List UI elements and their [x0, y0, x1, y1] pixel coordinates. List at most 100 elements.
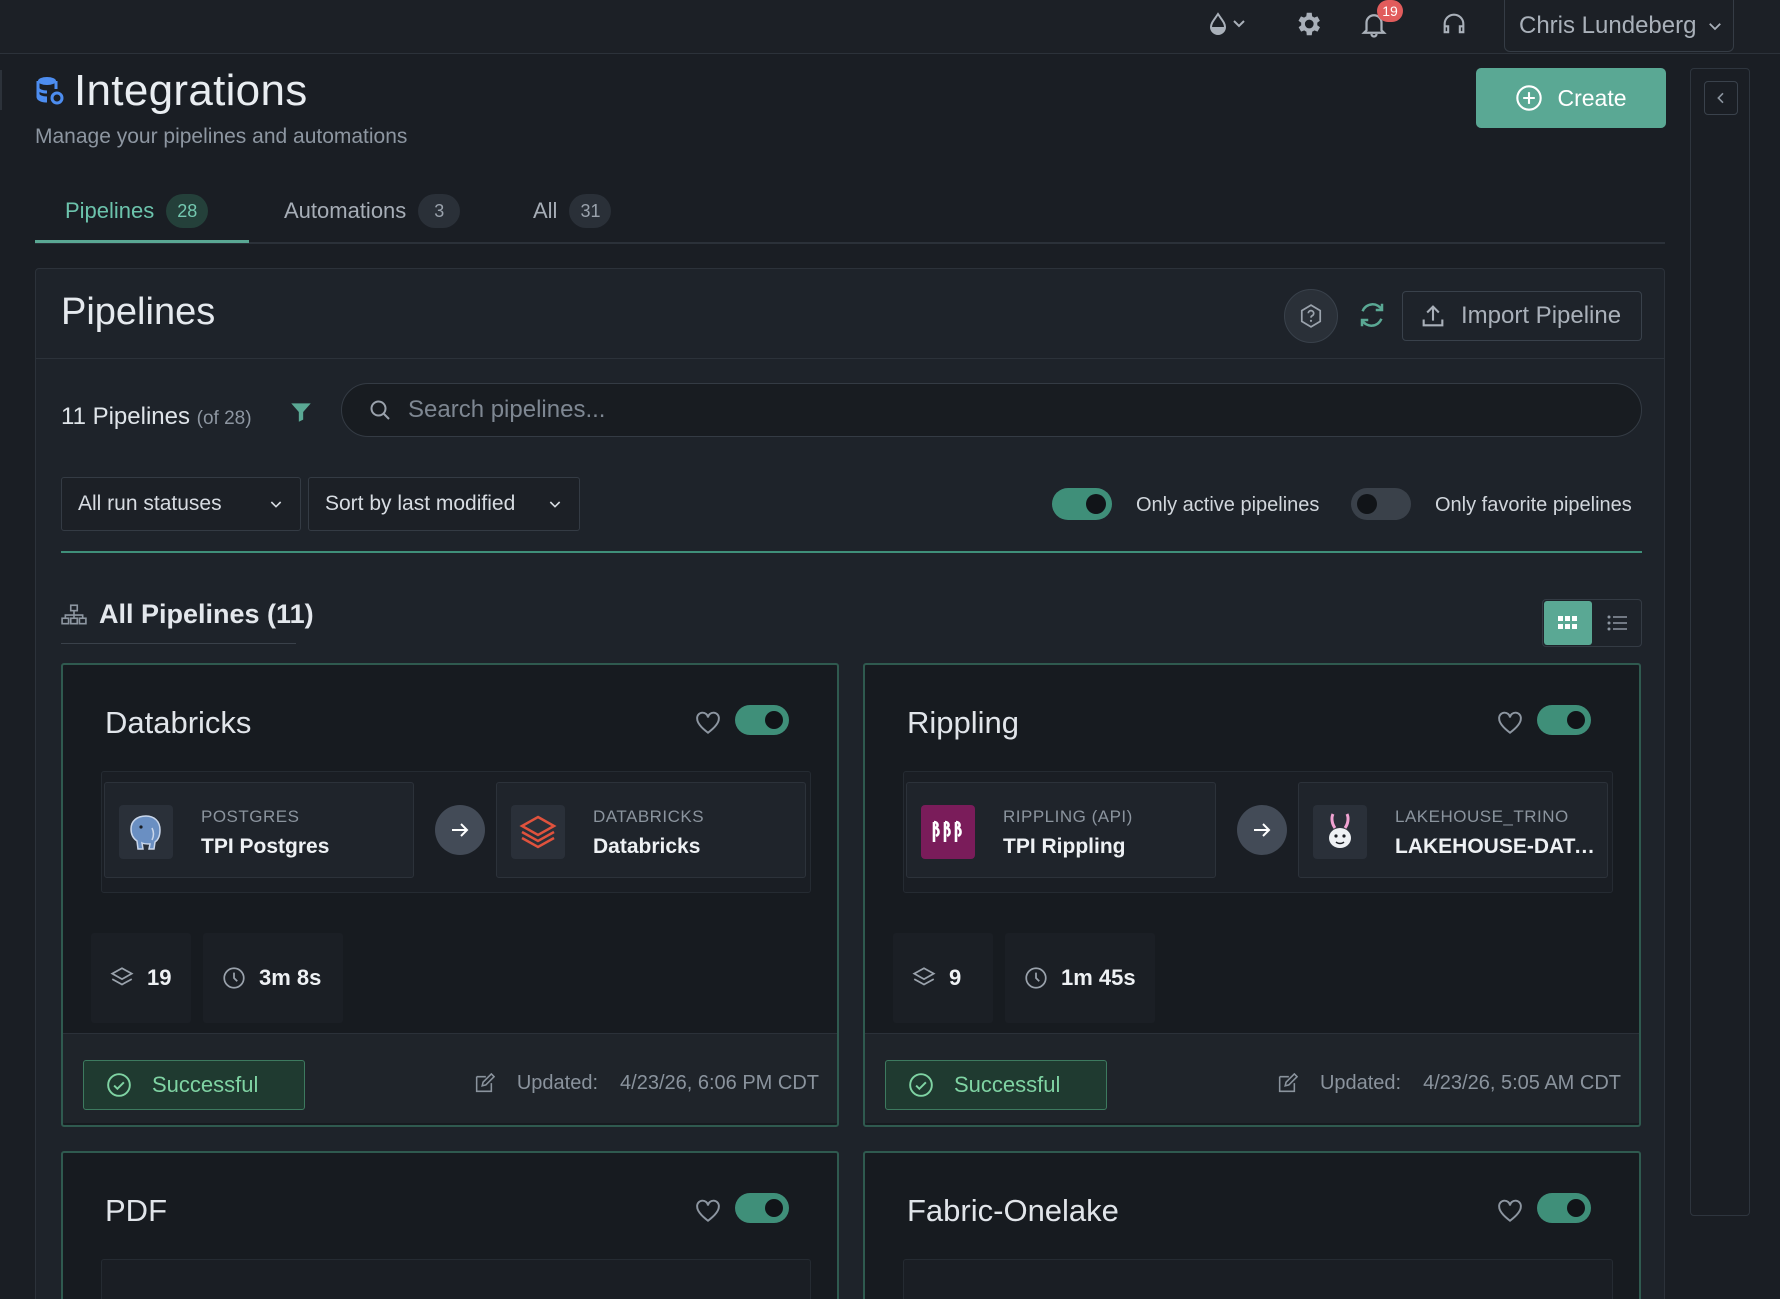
- pipeline-enabled-toggle[interactable]: [735, 705, 789, 735]
- right-side-panel: [1690, 68, 1750, 1216]
- updated-info: Updated: 4/23/26, 5:05 AM CDT: [1276, 1072, 1621, 1095]
- destination-name: LAKEHOUSE-DATA...: [1395, 835, 1595, 858]
- chevron-down-icon: [549, 501, 561, 508]
- grid-icon: [1558, 616, 1577, 629]
- create-button[interactable]: Create: [1476, 68, 1666, 128]
- destination-type: LAKEHOUSE_TRINO: [1395, 807, 1569, 826]
- filter-icon[interactable]: [288, 399, 314, 425]
- pipeline-flow: [101, 1259, 811, 1299]
- create-button-label: Create: [1557, 84, 1627, 111]
- layers-icon: [110, 967, 134, 986]
- arrow-right-icon: [1254, 823, 1271, 837]
- duration-value: 3m 8s: [259, 965, 322, 990]
- pipeline-enabled-toggle[interactable]: [1537, 705, 1591, 735]
- streams-stat: 19: [91, 933, 191, 1023]
- sort-select[interactable]: Sort by last modified: [308, 477, 580, 531]
- run-status-value: All run statuses: [78, 492, 222, 515]
- gear-icon: [1298, 12, 1320, 36]
- collapse-panel-button[interactable]: [1704, 81, 1738, 115]
- tab-label: Pipelines: [65, 198, 155, 223]
- duration-value: 1m 45s: [1061, 965, 1136, 990]
- tabs: Pipelines 28 Automations 3 All 31: [35, 180, 1665, 244]
- trino-logo: [1313, 805, 1367, 859]
- streams-count: 9: [949, 965, 962, 990]
- updated-info: Updated: 4/23/26, 6:06 PM CDT: [473, 1072, 819, 1095]
- arrow-right-icon: [452, 823, 469, 837]
- duration-stat: 1m 45s: [1005, 933, 1155, 1023]
- tab-count: 31: [569, 194, 612, 228]
- updated-label: Updated:: [516, 1072, 599, 1094]
- pipeline-card[interactable]: PDF: [61, 1151, 839, 1299]
- check-circle-icon: [909, 1073, 933, 1097]
- tab-all[interactable]: All 31: [533, 180, 612, 242]
- refresh-icon: [1360, 303, 1384, 327]
- page-title-group: Integrations: [36, 66, 308, 116]
- chevron-left-icon: [1717, 92, 1724, 104]
- grid-view-button[interactable]: [1544, 601, 1592, 645]
- headset-icon: [1443, 13, 1465, 34]
- clock-icon: [1025, 967, 1047, 989]
- source-name: TPI Postgres: [201, 835, 330, 858]
- run-status-select[interactable]: All run statuses: [61, 477, 301, 531]
- source-type: POSTGRES: [201, 807, 300, 826]
- settings-button[interactable]: [1288, 0, 1328, 48]
- only-favorite-toggle[interactable]: [1351, 488, 1411, 520]
- heart-icon[interactable]: [1497, 1199, 1523, 1223]
- user-menu[interactable]: Chris Lundeberg: [1504, 0, 1734, 52]
- only-active-toggle[interactable]: [1052, 488, 1112, 520]
- hierarchy-icon: [61, 603, 87, 624]
- refresh-button[interactable]: [1352, 295, 1392, 335]
- pipeline-card[interactable]: Rippling RIPPLING (API) TPI Rippling LAK…: [863, 663, 1641, 1127]
- support-button[interactable]: [1434, 0, 1474, 48]
- tab-label: Automations: [284, 198, 407, 223]
- streams-stat: 9: [893, 933, 993, 1023]
- tab-label: All: [533, 198, 558, 223]
- filter-divider: [61, 551, 1642, 553]
- updated-value: 4/23/26, 5:05 AM CDT: [1423, 1072, 1621, 1094]
- notification-count-badge: 19: [1377, 0, 1403, 22]
- updated-label: Updated:: [1319, 1072, 1402, 1094]
- status-text: Successful: [954, 1072, 1061, 1097]
- source-type: RIPPLING (API): [1003, 807, 1133, 826]
- pipeline-count: 11 Pipelines (of 28): [61, 403, 252, 431]
- destination-endpoint: LAKEHOUSE_TRINO LAKEHOUSE-DATA...: [1298, 782, 1608, 878]
- tab-automations[interactable]: Automations 3: [284, 180, 461, 242]
- heart-icon[interactable]: [695, 711, 721, 735]
- tab-pipelines[interactable]: Pipelines 28: [65, 180, 209, 242]
- import-pipeline-label: Import Pipeline: [1461, 302, 1622, 329]
- section-underline: [61, 643, 296, 644]
- pipeline-flow: RIPPLING (API) TPI Rippling LAKEHOUSE_TR…: [903, 771, 1613, 893]
- chevron-down-icon: [1709, 22, 1722, 30]
- theme-dropdown[interactable]: [1198, 0, 1258, 48]
- user-name: Chris Lundeberg: [1519, 11, 1697, 39]
- pipeline-count-text: 11 Pipelines: [61, 403, 190, 430]
- heart-icon[interactable]: [695, 1199, 721, 1223]
- destination-type: DATABRICKS: [593, 807, 705, 826]
- pipeline-name: Databricks: [105, 705, 252, 740]
- pipeline-flow: [903, 1259, 1613, 1299]
- flow-arrow: [435, 805, 485, 855]
- layers-icon: [912, 967, 936, 986]
- elephant-icon: [130, 815, 161, 850]
- import-pipeline-button[interactable]: Import Pipeline: [1402, 291, 1642, 341]
- clock-icon: [223, 967, 245, 989]
- search-input[interactable]: [408, 396, 1641, 424]
- pipeline-name: Rippling: [907, 705, 1020, 740]
- pipelines-panel: Pipelines Import Pipeline 11 Pipelines (…: [35, 268, 1665, 1299]
- page-title: Integrations: [74, 66, 308, 115]
- pipeline-card[interactable]: Databricks POSTGRES TPI Postgres DATABRI…: [61, 663, 839, 1127]
- pipeline-count-total: (of 28): [196, 408, 252, 429]
- flow-arrow: [1237, 805, 1287, 855]
- postgres-logo: [119, 805, 173, 859]
- pipeline-card[interactable]: Fabric-Onelake: [863, 1151, 1641, 1299]
- duration-stat: 3m 8s: [203, 933, 343, 1023]
- help-button[interactable]: [1284, 289, 1338, 343]
- pipeline-name: Fabric-Onelake: [907, 1193, 1119, 1228]
- pipeline-enabled-toggle[interactable]: [1537, 1193, 1591, 1223]
- bunny-icon: [1329, 813, 1351, 848]
- pipeline-enabled-toggle[interactable]: [735, 1193, 789, 1223]
- card-footer: Successful Updated: 4/23/26, 5:05 AM CDT: [865, 1033, 1639, 1123]
- view-toggle: [1542, 599, 1642, 647]
- heart-icon[interactable]: [1497, 711, 1523, 735]
- list-view-button[interactable]: [1593, 601, 1641, 645]
